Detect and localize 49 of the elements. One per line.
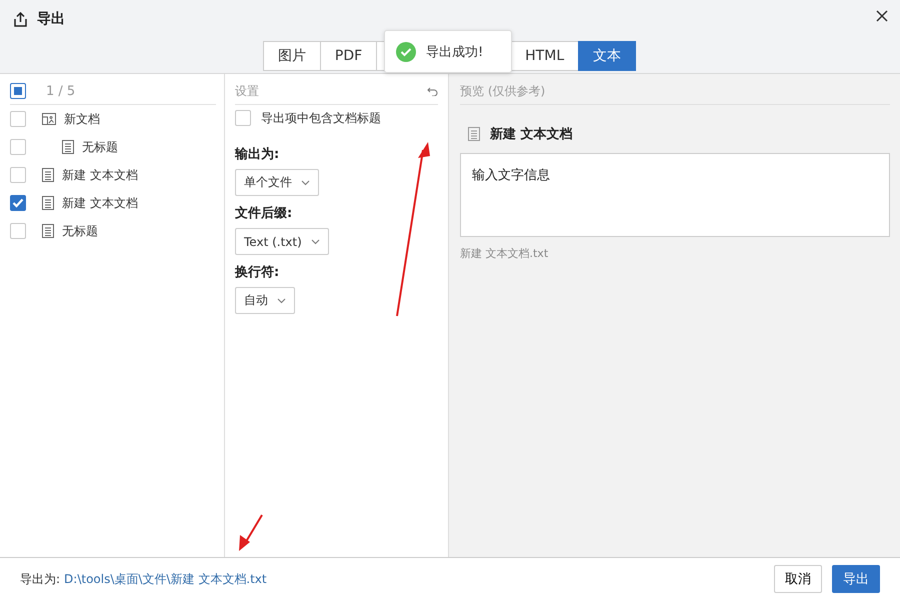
document-name[interactable]: 无标题 [62, 222, 98, 240]
document-icon [42, 196, 54, 210]
export-path-label: 导出为: [20, 570, 60, 588]
export-button[interactable]: 导出 [832, 565, 880, 593]
checkbox[interactable] [235, 110, 251, 126]
document-icon [42, 224, 54, 238]
checkbox[interactable] [10, 167, 26, 183]
format-tab[interactable]: 图片 [262, 41, 321, 71]
document-name[interactable]: 新文档 [64, 110, 100, 128]
field-label: 文件后缀: [235, 204, 294, 222]
preview-heading: 预览 (仅供参考) [460, 82, 546, 100]
document-title: 新建 文本文档 [490, 126, 573, 143]
checkbox[interactable] [10, 195, 26, 211]
share-icon [14, 12, 27, 26]
check-circle-icon [396, 42, 416, 62]
undo-icon[interactable] [427, 86, 438, 96]
format-tab[interactable]: PDF [320, 41, 378, 71]
option-label: 导出项中包含文档标题 [261, 110, 381, 126]
checkbox[interactable] [10, 111, 26, 127]
window-title: 导出 [37, 10, 65, 28]
checkbox[interactable] [10, 139, 26, 155]
caret-icon [277, 298, 286, 304]
document-name[interactable]: 新建 文本文档 [62, 194, 138, 212]
settings-heading: 设置 [235, 82, 259, 100]
cancel-button[interactable]: 取消 [774, 565, 822, 593]
file-name: 新建 文本文档.txt [460, 246, 550, 261]
format-tab[interactable]: HTML [510, 41, 580, 71]
document-icon [468, 127, 480, 141]
dropdown[interactable]: 单个文件 [235, 169, 319, 196]
preview-box: 输入文字信息 [460, 153, 890, 237]
document-icon [42, 168, 54, 182]
select-all-checkbox[interactable] [10, 83, 26, 99]
dropdown[interactable]: Text (.txt) [235, 228, 329, 255]
dropdown[interactable]: 自动 [235, 287, 295, 314]
field-label: 输出为: [235, 146, 280, 163]
toast-message: 导出成功! [426, 44, 484, 60]
caret-icon [310, 238, 320, 244]
checkbox[interactable] [10, 223, 26, 239]
field-label: 换行符: [235, 264, 280, 281]
document-name[interactable]: 无标题 [82, 138, 118, 156]
document-name[interactable]: 新建 文本文档 [62, 166, 138, 184]
image-document-icon [42, 113, 56, 125]
document-icon [62, 140, 74, 154]
format-tab[interactable]: 文本 [578, 41, 636, 71]
annotation-arrow [239, 514, 263, 551]
export-path-link[interactable]: D:\tools\桌面\文件\新建 文本文档.txt [64, 570, 267, 588]
selection-count: 1 / 5 [46, 84, 76, 98]
caret-icon [301, 180, 310, 186]
close-icon[interactable] [876, 10, 888, 22]
